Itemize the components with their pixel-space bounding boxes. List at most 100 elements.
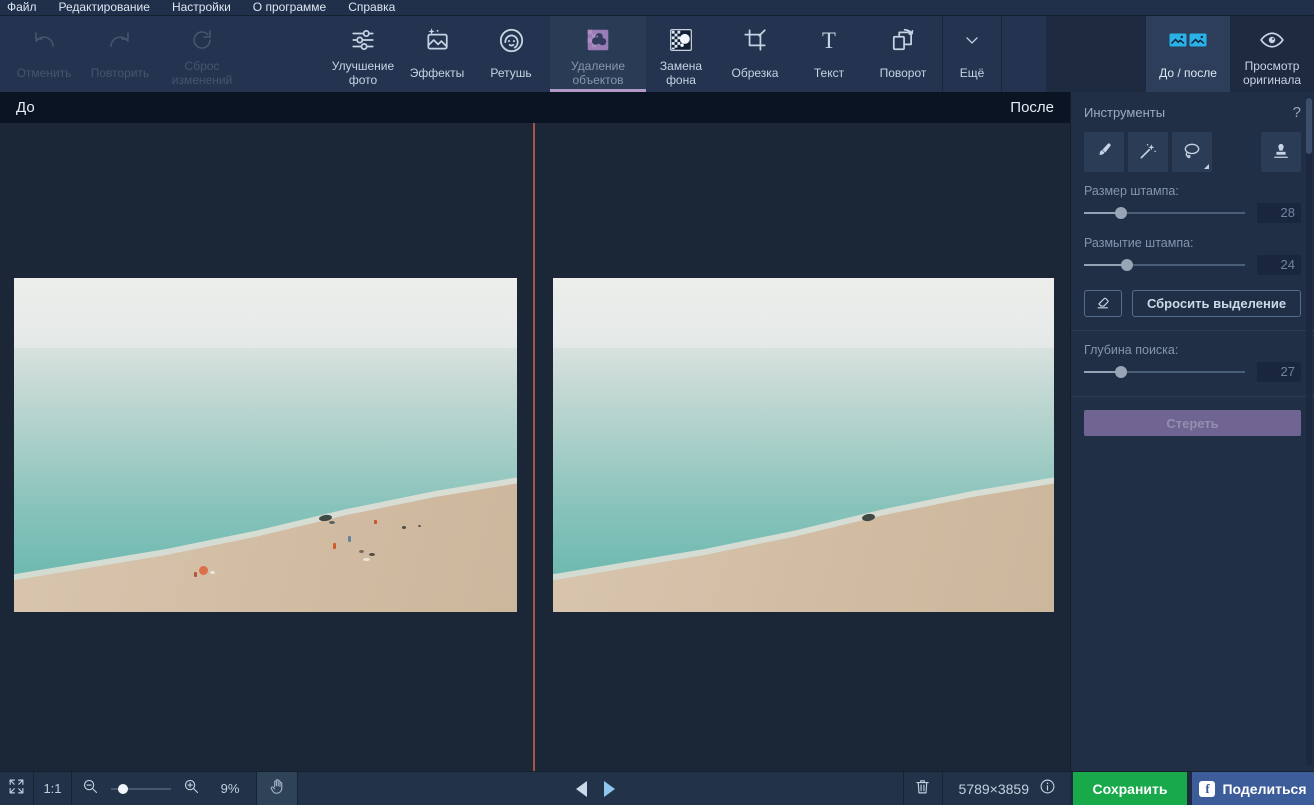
next-image-button[interactable] [604,780,615,797]
undo-icon [32,25,56,55]
stamp-tool-button[interactable] [1261,132,1301,172]
menu-about[interactable]: О программе [242,0,337,15]
tools-group: Улучшение фото Эффекты Ретушь Удаление о… [324,16,1002,92]
zoom-in-icon[interactable] [183,778,200,800]
tool-text[interactable]: T Текст [794,16,864,92]
hand-icon [269,778,286,800]
magic-wand-icon [1138,141,1158,164]
panel-scrollbar-thumb[interactable] [1306,98,1312,154]
tool-object-removal[interactable]: Удаление объектов [550,16,646,92]
tool-text-label: Текст [813,66,845,81]
menu-settings[interactable]: Настройки [161,0,242,15]
menu-file[interactable]: Файл [7,0,48,15]
share-button[interactable]: f Поделиться [1192,772,1314,805]
before-photo[interactable] [14,278,517,612]
tool-effects-label: Эффекты [409,66,465,81]
redo-button[interactable]: Повторить [82,16,158,92]
stamp-size-label: Размер штампа: [1084,184,1179,198]
save-button[interactable]: Сохранить [1073,772,1187,805]
delete-image-button[interactable] [904,772,942,805]
zoom-slider[interactable] [111,783,171,794]
tool-crop[interactable]: Обрезка [716,16,794,92]
undo-label: Отменить [16,66,72,81]
zoom-controls: 9% [72,772,256,805]
fit-screen-icon [8,778,25,800]
stamp-size-slider-row: 28 [1084,202,1301,224]
reset-changes-label: Сброс изменений [171,59,233,87]
photo-sky [14,278,517,349]
selection-eraser-button[interactable] [1084,290,1122,317]
more-tools-label: Ещё [959,66,985,81]
more-tools-button[interactable]: Ещё [942,16,1002,92]
main-area: До После Инструменты ? Размер штампа: 28… [0,92,1314,771]
before-after-divider[interactable] [533,123,535,771]
stamp-blur-label: Размытие штампа: [1084,236,1194,250]
tool-object-removal-label: Удаление объектов [570,59,626,87]
compare-labels-bar: До После [0,92,1070,123]
stamp-size-value[interactable]: 28 [1257,203,1301,223]
help-icon[interactable]: ? [1293,104,1301,121]
redo-label: Повторить [90,66,150,81]
tools-panel: Инструменты ? Размер штампа: 28 Размытие… [1070,92,1314,771]
tool-background-replace-label: Замена фона [659,59,703,87]
zoom-percent[interactable]: 9% [214,781,246,796]
stamp-blur-slider-row: 24 [1084,254,1301,276]
redo-icon [108,25,132,55]
reset-selection-button[interactable]: Сбросить выделение [1132,290,1301,317]
tool-retouch-label: Ретушь [490,66,532,81]
tool-effects[interactable]: Эффекты [402,16,472,92]
tool-retouch[interactable]: Ретушь [472,16,550,92]
previous-image-button[interactable] [576,780,587,797]
before-after-toggle[interactable]: До / после [1146,16,1230,92]
fit-to-screen-button[interactable] [0,772,33,805]
search-depth-slider-thumb[interactable] [1115,366,1128,378]
search-depth-value[interactable]: 27 [1257,362,1301,382]
tool-rotate[interactable]: Поворот [864,16,942,92]
after-photo[interactable] [553,278,1054,612]
before-label: До [16,99,35,116]
view-original-button[interactable]: Просмотр оригинала [1230,16,1314,92]
after-label: После [1010,99,1054,116]
undo-button[interactable]: Отменить [6,16,82,92]
lasso-tool-button[interactable] [1172,132,1212,172]
canvas-column: До После [0,92,1070,771]
menu-help[interactable]: Справка [337,0,406,15]
eye-icon [1259,25,1285,55]
panel-scrollbar[interactable] [1306,97,1312,766]
erase-button[interactable]: Стереть [1084,410,1301,436]
image-info-button[interactable] [1039,772,1070,805]
lasso-icon [1182,141,1202,164]
background-replace-icon [668,25,694,55]
search-depth-slider[interactable] [1084,366,1245,378]
reset-changes-button[interactable]: Сброс изменений [158,16,246,92]
enhance-icon [350,25,376,55]
stamp-size-slider-thumb[interactable] [1115,207,1128,219]
tool-crop-label: Обрезка [731,66,779,81]
tool-background-replace[interactable]: Замена фона [646,16,716,92]
eraser-icon [1095,294,1112,314]
text-icon: T [816,25,842,55]
hand-tool-button[interactable] [257,772,297,805]
brush-icon [1094,141,1114,164]
stamp-blur-slider[interactable] [1084,259,1245,271]
zoom-slider-thumb[interactable] [118,783,129,794]
actual-size-button[interactable]: 1:1 [34,772,71,805]
magic-wand-tool-button[interactable] [1128,132,1168,172]
tool-enhance-label: Улучшение фото [331,59,395,87]
photo-editor-window: Файл Редактирование Настройки О программ… [0,0,1314,805]
stamp-blur-value[interactable]: 24 [1257,255,1301,275]
before-after-label: До / после [1159,66,1217,81]
stamp-blur-slider-thumb[interactable] [1121,259,1134,271]
menu-edit[interactable]: Редактирование [48,0,161,15]
stamp-size-slider[interactable] [1084,207,1245,219]
tool-rotate-label: Поворот [879,66,927,81]
brush-tool-button[interactable] [1084,132,1124,172]
photo-sky [553,278,1054,349]
export-buttons: Сохранить f Поделиться [1070,772,1314,805]
tool-enhance[interactable]: Улучшение фото [324,16,402,92]
editing-canvas[interactable] [0,123,1070,771]
view-controls-group: До / после Просмотр оригинала [1046,16,1314,92]
zoom-out-icon[interactable] [82,778,99,800]
search-depth-slider-row: 27 [1084,361,1301,383]
